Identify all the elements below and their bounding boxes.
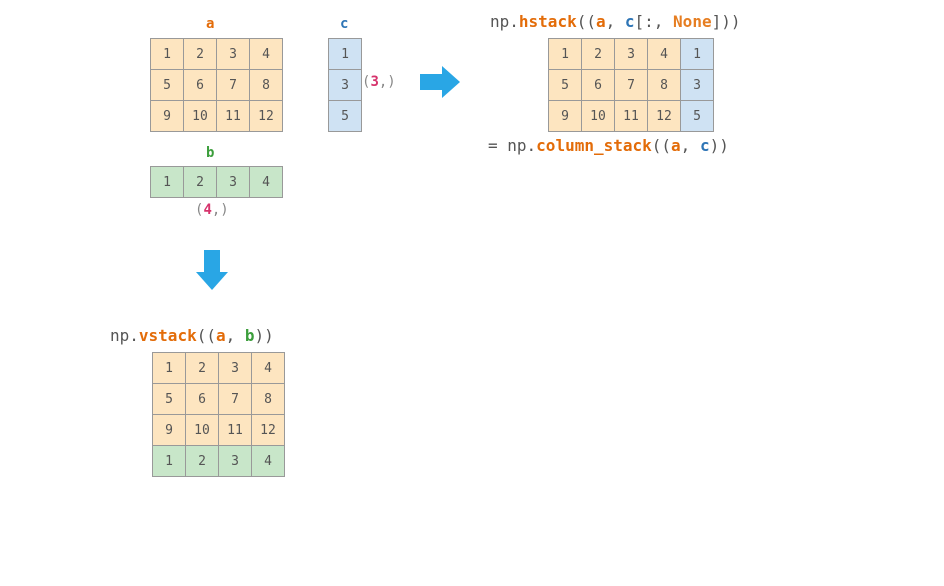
matrix-cell: 12 [252,415,285,446]
shape-b: (4,) [195,202,229,218]
matrix-cell: 3 [681,70,714,101]
matrix-cell: 9 [153,415,186,446]
matrix-cell: 5 [151,70,184,101]
label-c: c [340,16,348,32]
matrix-cell: 4 [252,353,285,384]
matrix-cell: 2 [184,39,217,70]
matrix-cell: 4 [648,39,681,70]
label-a: a [206,16,214,32]
diagram-canvas: a 123456789101112 c 135 (3,) b 1234 (4,)… [0,0,944,586]
matrix-cell: 8 [252,384,285,415]
matrix-c: 135 [328,38,362,132]
matrix-cell: 10 [186,415,219,446]
code-column-stack: = np.column_stack((a, c)) [488,136,729,155]
matrix-cell: 2 [186,446,219,477]
matrix-cell: 5 [549,70,582,101]
matrix-cell: 7 [217,70,250,101]
matrix-cell: 12 [250,101,283,132]
matrix-cell: 6 [582,70,615,101]
matrix-cell: 3 [329,70,362,101]
matrix-cell: 5 [329,101,362,132]
matrix-cell: 1 [681,39,714,70]
matrix-cell: 3 [217,167,250,198]
matrix-cell: 7 [615,70,648,101]
matrix-cell: 1 [549,39,582,70]
matrix-cell: 3 [615,39,648,70]
matrix-cell: 3 [219,353,252,384]
matrix-cell: 5 [681,101,714,132]
matrix-cell: 4 [250,39,283,70]
matrix-cell: 8 [648,70,681,101]
matrix-cell: 1 [329,39,362,70]
matrix-cell: 2 [582,39,615,70]
matrix-cell: 8 [250,70,283,101]
matrix-cell: 10 [184,101,217,132]
matrix-cell: 4 [252,446,285,477]
matrix-cell: 4 [250,167,283,198]
matrix-cell: 5 [153,384,186,415]
code-hstack: np.hstack((a, c[:, None])) [490,12,740,31]
matrix-cell: 1 [153,353,186,384]
matrix-vstack-result: 1234567891011121234 [152,352,285,477]
matrix-cell: 7 [219,384,252,415]
code-vstack: np.vstack((a, b)) [110,326,274,345]
label-b: b [206,145,214,161]
matrix-cell: 6 [184,70,217,101]
matrix-cell: 9 [549,101,582,132]
shape-c: (3,) [362,74,396,90]
matrix-cell: 9 [151,101,184,132]
matrix-cell: 2 [184,167,217,198]
matrix-b: 1234 [150,166,283,198]
matrix-cell: 10 [582,101,615,132]
matrix-cell: 11 [219,415,252,446]
matrix-hstack-result: 123415678391011125 [548,38,714,132]
matrix-cell: 1 [153,446,186,477]
matrix-cell: 1 [151,39,184,70]
matrix-cell: 11 [615,101,648,132]
matrix-cell: 6 [186,384,219,415]
matrix-cell: 12 [648,101,681,132]
matrix-cell: 3 [219,446,252,477]
matrix-a: 123456789101112 [150,38,283,132]
matrix-cell: 1 [151,167,184,198]
matrix-cell: 11 [217,101,250,132]
matrix-cell: 2 [186,353,219,384]
matrix-cell: 3 [217,39,250,70]
